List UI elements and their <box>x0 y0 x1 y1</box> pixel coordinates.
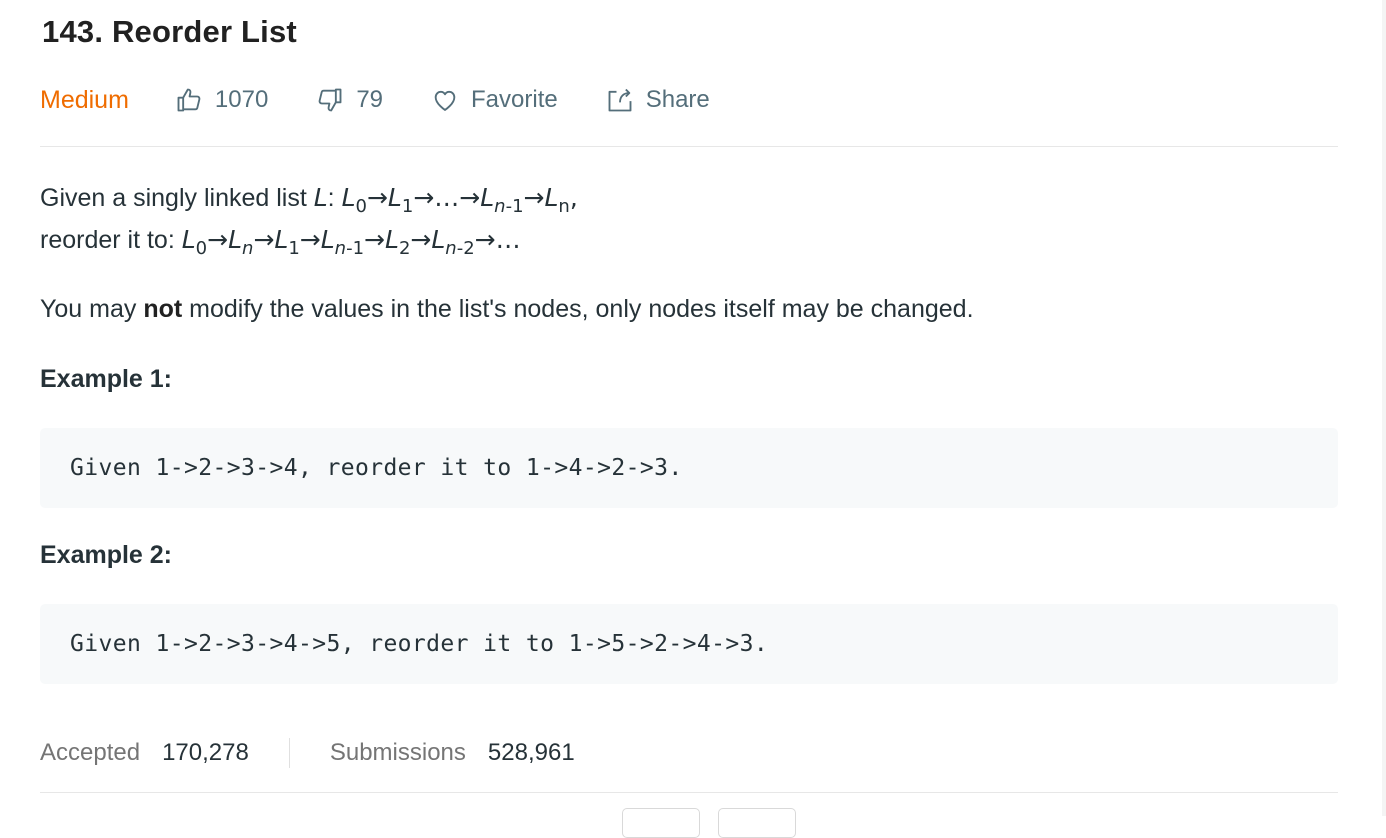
dislike-count: 79 <box>356 86 384 113</box>
footer-button-left[interactable] <box>622 808 700 838</box>
footer-button-right[interactable] <box>718 808 796 838</box>
share-button[interactable]: Share <box>606 86 710 114</box>
problem-meta-bar: Medium 1070 79 Favorite Share <box>40 82 758 118</box>
scrollbar[interactable] <box>1382 0 1386 816</box>
example-2-code: Given 1->2->3->4->5, reorder it to 1->5-… <box>40 604 1338 684</box>
thumbs-up-icon <box>177 88 201 112</box>
submissions-label: Submissions <box>329 739 466 766</box>
favorite-label: Favorite <box>471 86 558 113</box>
header-divider <box>40 146 1338 147</box>
description-line-1: Given a singly linked list L: L0→L1→…→Ln… <box>40 183 578 217</box>
example-1-heading: Example 1: <box>40 365 173 393</box>
like-button[interactable]: 1070 <box>175 86 268 114</box>
submissions-value: 528,961 <box>487 739 575 766</box>
footer-divider <box>40 792 1338 793</box>
description-note: You may not modify the values in the lis… <box>40 295 974 323</box>
accepted-label: Accepted <box>40 739 141 766</box>
thumbs-down-icon <box>318 88 342 112</box>
example-1-code: Given 1->2->3->4, reorder it to 1->4->2-… <box>40 428 1338 508</box>
reorder-formula: L0→Ln→L1→Ln-1→L2→Ln-2→… <box>181 225 521 259</box>
dislike-button[interactable]: 79 <box>316 86 383 114</box>
example-2-heading: Example 2: <box>40 541 173 569</box>
like-count: 1070 <box>214 86 269 113</box>
stats-divider <box>288 738 290 768</box>
list-formula: L0→L1→…→Ln-1→Ln, <box>341 183 578 217</box>
problem-title: 143. Reorder List <box>42 14 297 49</box>
share-icon <box>608 88 632 112</box>
accepted-value: 170,278 <box>162 739 249 766</box>
heart-icon <box>434 90 456 111</box>
favorite-button[interactable]: Favorite <box>431 86 558 114</box>
difficulty-label: Medium <box>40 85 129 114</box>
submission-stats: Accepted 170,278 Submissions 528,961 <box>40 736 575 770</box>
description-line-2: reorder it to: L0→Ln→L1→Ln-1→L2→Ln-2→… <box>40 225 521 259</box>
share-label: Share <box>645 86 710 113</box>
